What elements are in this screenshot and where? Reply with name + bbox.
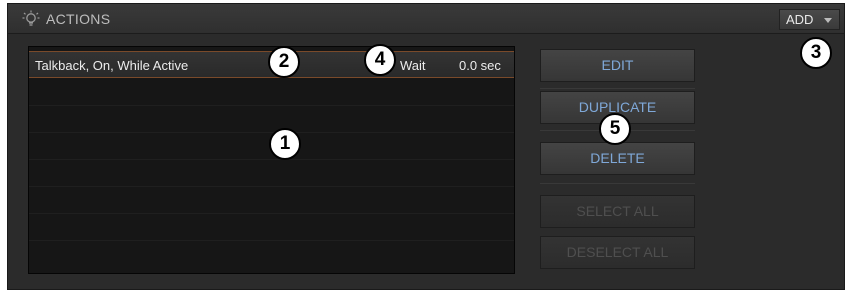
- panel-header: ACTIONS: [8, 4, 844, 34]
- button-divider: [540, 88, 695, 89]
- panel-title: ACTIONS: [46, 11, 111, 27]
- callout-3: 3: [800, 37, 832, 69]
- list-divider: [29, 186, 514, 187]
- chevron-down-icon: [824, 18, 832, 23]
- callout-2: 2: [268, 46, 300, 78]
- add-button-label: ADD: [786, 12, 814, 27]
- actions-list[interactable]: Talkback, On, While Active Wait 0.0 sec: [28, 46, 515, 274]
- list-divider: [29, 132, 514, 133]
- lightbulb-icon: [22, 10, 40, 26]
- delete-button[interactable]: DELETE: [540, 142, 695, 175]
- list-divider: [29, 159, 514, 160]
- edit-button[interactable]: EDIT: [540, 49, 695, 82]
- action-duration[interactable]: 0.0 sec: [459, 58, 501, 73]
- callout-4: 4: [364, 44, 396, 76]
- action-wait-label: Wait: [400, 58, 426, 73]
- callout-5: 5: [599, 113, 631, 145]
- callout-1: 1: [269, 128, 301, 160]
- deselect-all-button[interactable]: DESELECT ALL: [540, 236, 695, 269]
- list-divider: [29, 105, 514, 106]
- list-divider: [29, 240, 514, 241]
- action-name: Talkback, On, While Active: [35, 58, 189, 73]
- button-divider: [540, 183, 695, 184]
- select-all-button[interactable]: SELECT ALL: [540, 195, 695, 228]
- list-divider: [29, 213, 514, 214]
- add-button[interactable]: ADD: [779, 9, 840, 30]
